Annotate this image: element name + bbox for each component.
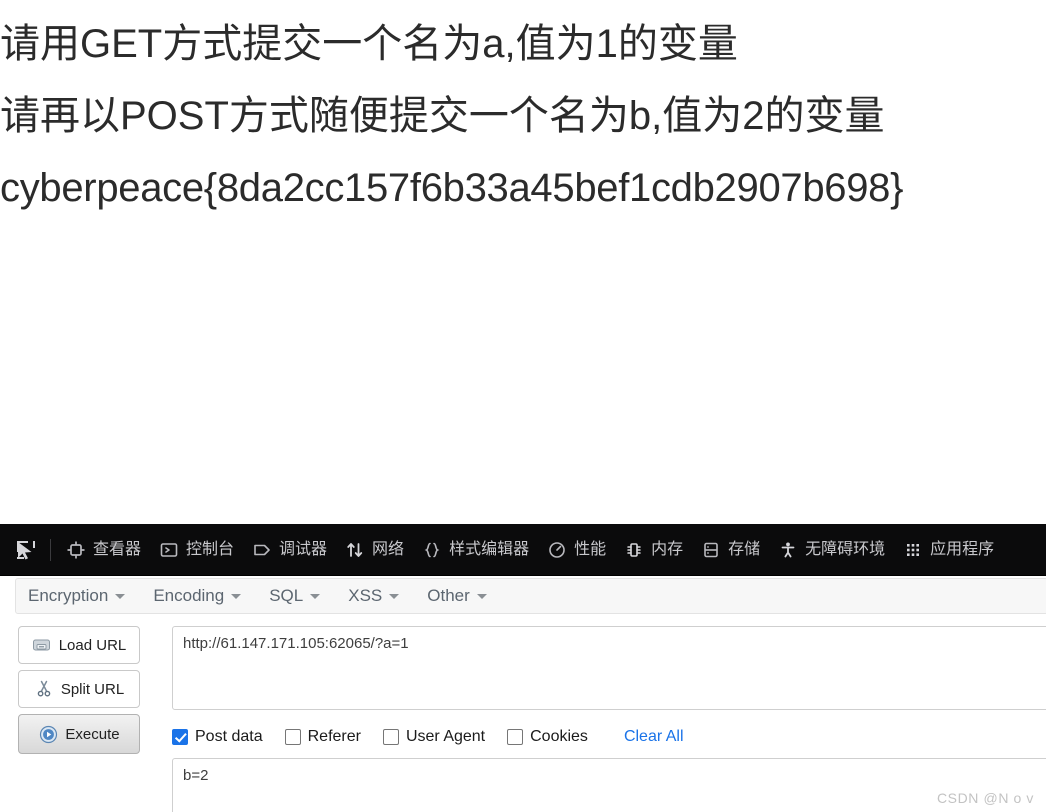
devtools-tab-label: 应用程序 xyxy=(930,540,995,558)
devtools-tab-storage[interactable]: 存储 xyxy=(692,530,769,570)
url-input[interactable] xyxy=(172,626,1046,710)
page-text-line-2: 请再以POST方式随便提交一个名为b,值为2的变量 xyxy=(0,94,885,138)
checkbox-label: Cookies xyxy=(530,728,588,745)
hackbar-button-column: Load URL Split URL Execute xyxy=(18,626,140,760)
scissors-icon xyxy=(34,680,54,698)
devtools-tab-memory[interactable]: 内存 xyxy=(615,530,692,570)
load-url-button[interactable]: Load URL xyxy=(18,626,140,664)
page-text-line-1: 请用GET方式提交一个名为a,值为1的变量 xyxy=(0,22,738,66)
devtools-tab-console[interactable]: 控制台 xyxy=(150,530,243,570)
chevron-down-icon xyxy=(310,593,321,599)
hackbar-menu-xss[interactable]: XSS xyxy=(348,586,413,606)
load-url-icon xyxy=(32,636,52,654)
toolbar-divider xyxy=(50,538,51,561)
performance-icon xyxy=(547,540,567,560)
checkbox-box[interactable] xyxy=(172,729,188,745)
devtools-tab-label: 样式编辑器 xyxy=(449,540,530,558)
hackbar-menu-sql[interactable]: SQL xyxy=(269,586,334,606)
hackbar-menu-encoding[interactable]: Encoding xyxy=(153,586,255,606)
checkbox-box[interactable] xyxy=(507,729,524,745)
element-picker-icon[interactable] xyxy=(4,530,48,570)
debugger-icon xyxy=(252,540,272,560)
devtools-toolbar: 查看器 控制台 调试器 网络 样式编辑器 性能 内存 存储 无障碍环境 应用程序 xyxy=(0,524,1046,576)
network-icon xyxy=(345,540,365,560)
hackbar-menu-label: Other xyxy=(427,586,470,605)
devtools-tab-performance[interactable]: 性能 xyxy=(538,530,615,570)
devtools-tab-label: 内存 xyxy=(651,540,684,558)
checkbox-label: User Agent xyxy=(405,728,486,745)
web-page-content: 请用GET方式提交一个名为a,值为1的变量 请再以POST方式随便提交一个名为b… xyxy=(0,0,1046,524)
checkbox-referer[interactable]: Referer xyxy=(284,728,361,746)
application-icon xyxy=(903,540,923,560)
play-icon xyxy=(38,725,58,743)
post-data-input[interactable] xyxy=(172,758,1046,812)
devtools-tab-style-editor[interactable]: 样式编辑器 xyxy=(413,530,538,570)
hackbar-fields: Post data Referer User Agent Cookies Cle… xyxy=(172,626,1046,812)
flag-text: cyberpeace{8da2cc157f6b33a45bef1cdb2907b… xyxy=(0,166,904,210)
memory-icon xyxy=(624,540,644,560)
chevron-down-icon xyxy=(231,593,242,599)
devtools-tab-application[interactable]: 应用程序 xyxy=(894,530,1003,570)
hackbar-options-row: Post data Referer User Agent Cookies Cle… xyxy=(172,718,1046,756)
devtools-tab-label: 存储 xyxy=(728,540,761,558)
chevron-down-icon xyxy=(389,593,400,599)
style-editor-icon xyxy=(422,540,442,560)
hackbar-panel: Encryption Encoding SQL XSS Other Load U… xyxy=(0,576,1046,812)
split-url-button[interactable]: Split URL xyxy=(18,670,140,708)
devtools-tab-accessibility[interactable]: 无障碍环境 xyxy=(769,530,894,570)
checkbox-label: Referer xyxy=(307,728,361,745)
hackbar-menu-other[interactable]: Other xyxy=(427,586,501,606)
button-label: Load URL xyxy=(58,636,127,654)
console-icon xyxy=(159,540,179,560)
devtools-tab-network[interactable]: 网络 xyxy=(336,530,413,570)
hackbar-menu-label: SQL xyxy=(269,586,304,605)
checkbox-user-agent[interactable]: User Agent xyxy=(382,728,486,746)
devtools-tab-label: 调试器 xyxy=(279,540,328,558)
clear-all-link[interactable]: Clear All xyxy=(624,728,684,746)
storage-icon xyxy=(701,540,721,560)
button-label: Execute xyxy=(65,725,120,743)
devtools-tab-label: 控制台 xyxy=(186,540,235,558)
devtools-tab-label: 网络 xyxy=(372,540,405,558)
inspector-icon xyxy=(66,540,86,560)
hackbar-menu-label: XSS xyxy=(348,586,383,605)
hackbar-menu-label: Encryption xyxy=(28,586,109,605)
devtools-tab-debugger[interactable]: 调试器 xyxy=(243,530,336,570)
accessibility-icon xyxy=(778,540,798,560)
button-label: Split URL xyxy=(60,680,125,698)
chevron-down-icon xyxy=(476,593,487,599)
hackbar-menu-label: Encoding xyxy=(153,586,225,605)
checkbox-box[interactable] xyxy=(284,729,301,745)
checkbox-label: Post data xyxy=(195,728,263,745)
hackbar-menu-encryption[interactable]: Encryption xyxy=(28,586,139,606)
devtools-tab-label: 查看器 xyxy=(93,540,142,558)
devtools-tab-label: 性能 xyxy=(574,540,607,558)
devtools-tab-label: 无障碍环境 xyxy=(805,540,886,558)
checkbox-cookies[interactable]: Cookies xyxy=(507,728,588,746)
execute-button[interactable]: Execute xyxy=(18,714,140,754)
checkbox-post-data[interactable]: Post data xyxy=(172,728,263,746)
chevron-down-icon xyxy=(115,593,126,599)
devtools-tab-inspector[interactable]: 查看器 xyxy=(57,530,150,570)
csdn-watermark: CSDN @N o v xyxy=(936,790,1034,806)
checkbox-box[interactable] xyxy=(382,729,399,745)
hackbar-menubar: Encryption Encoding SQL XSS Other xyxy=(15,578,1046,614)
